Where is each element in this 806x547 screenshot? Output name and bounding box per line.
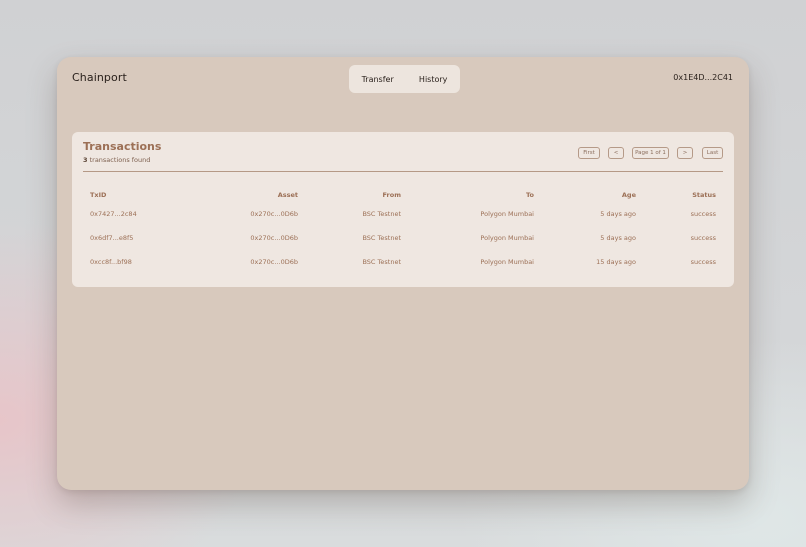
brand-logo[interactable]: Chainport — [72, 71, 127, 84]
table-header-row: TxID Asset From To Age Status — [90, 187, 716, 202]
age-cell: 5 days ago — [600, 234, 636, 242]
column-header-age[interactable]: Age — [534, 187, 636, 202]
transactions-title: Transactions — [83, 140, 162, 153]
tab-history[interactable]: History — [419, 75, 447, 84]
to-cell: Polygon Mumbai — [480, 234, 534, 242]
txid-cell[interactable]: 0xcc8f...bf98 — [90, 250, 180, 274]
tab-transfer[interactable]: Transfer — [362, 75, 394, 84]
from-cell: BSC Testnet — [362, 210, 401, 218]
page-indicator: Page 1 of 1 — [632, 147, 669, 159]
age-cell: 15 days ago — [596, 258, 636, 266]
asset-cell: 0x270c...0D6b — [250, 258, 298, 266]
transactions-card: Transactions 3 transactions found First … — [72, 132, 734, 287]
asset-cell: 0x270c...0D6b — [250, 210, 298, 218]
to-cell: Polygon Mumbai — [480, 258, 534, 266]
asset-cell: 0x270c...0D6b — [250, 234, 298, 242]
first-page-button[interactable]: First — [578, 147, 600, 159]
txid-cell[interactable]: 0x6df7...e8f5 — [90, 226, 180, 250]
status-cell: success — [690, 234, 716, 242]
transactions-count-label: transactions found — [87, 156, 151, 164]
column-header-from[interactable]: From — [298, 187, 401, 202]
from-cell: BSC Testnet — [362, 258, 401, 266]
table-row[interactable]: 0x6df7...e8f5 0x270c...0D6b BSC Testnet … — [90, 226, 716, 250]
status-cell: success — [690, 258, 716, 266]
wallet-address[interactable]: 0x1E4D...2C41 — [673, 73, 733, 82]
table-row[interactable]: 0xcc8f...bf98 0x270c...0D6b BSC Testnet … — [90, 250, 716, 274]
prev-page-button[interactable]: < — [608, 147, 624, 159]
transactions-count: 3 transactions found — [83, 156, 150, 164]
column-header-txid[interactable]: TxID — [90, 187, 180, 202]
app-window: Chainport Transfer History 0x1E4D...2C41… — [57, 57, 749, 490]
from-cell: BSC Testnet — [362, 234, 401, 242]
age-cell: 5 days ago — [600, 210, 636, 218]
nav-tabs: Transfer History — [349, 65, 460, 93]
column-header-asset[interactable]: Asset — [180, 187, 298, 202]
table-row[interactable]: 0x7427...2c84 0x270c...0D6b BSC Testnet … — [90, 202, 716, 226]
status-cell: success — [690, 210, 716, 218]
column-header-status[interactable]: Status — [636, 187, 716, 202]
last-page-button[interactable]: Last — [702, 147, 723, 159]
to-cell: Polygon Mumbai — [480, 210, 534, 218]
transactions-table: TxID Asset From To Age Status 0x7427...2… — [90, 187, 716, 274]
next-page-button[interactable]: > — [677, 147, 693, 159]
column-header-to[interactable]: To — [401, 187, 534, 202]
header-divider — [83, 171, 723, 172]
txid-cell[interactable]: 0x7427...2c84 — [90, 202, 180, 226]
